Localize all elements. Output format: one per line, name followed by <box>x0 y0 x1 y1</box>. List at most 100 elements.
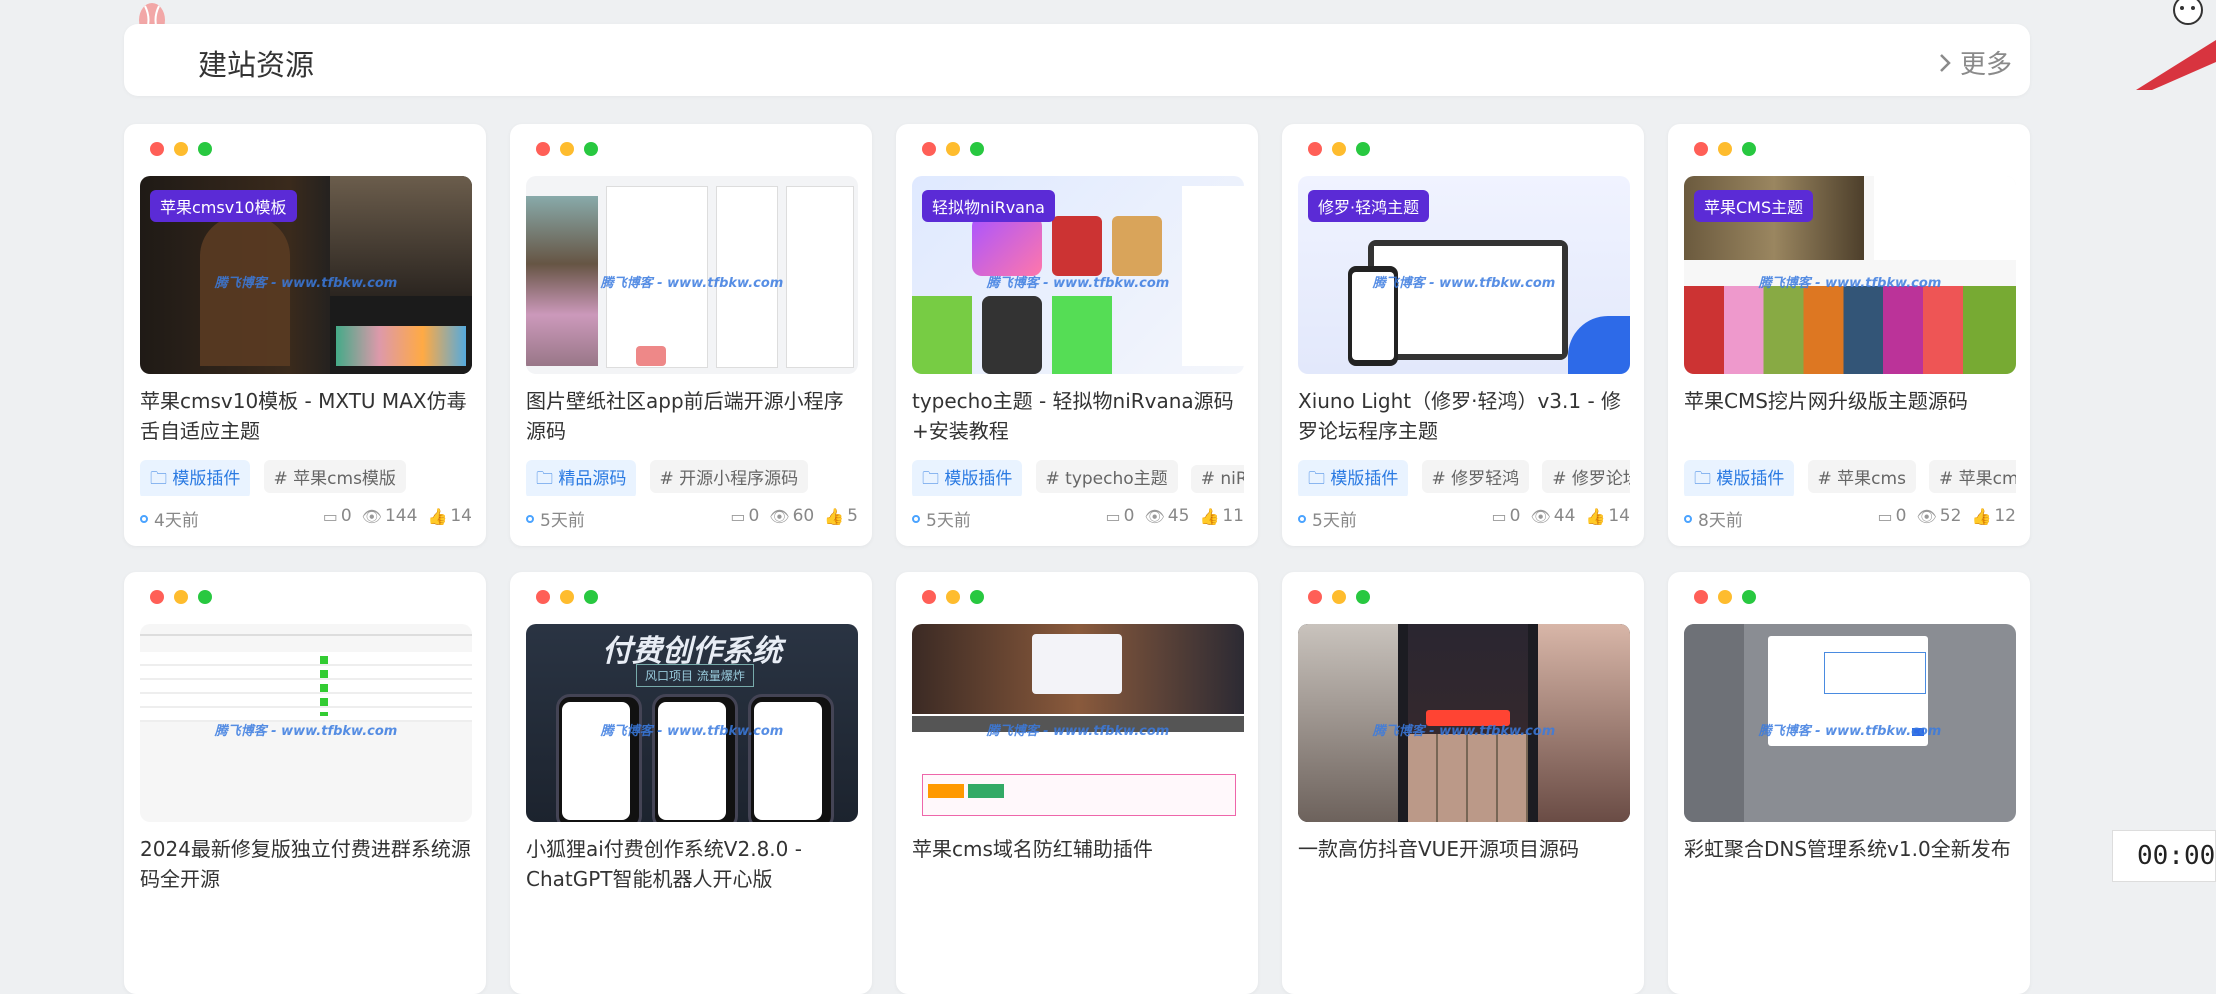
category-tag[interactable]: 🗀 模版插件 <box>140 460 251 496</box>
more-link[interactable]: 更多 <box>1938 44 2012 81</box>
watermark: 腾飞博客 - www.tfbkw.com <box>1758 276 1942 291</box>
card-thumbnail[interactable]: 腾飞博客 - www.tfbkw.com <box>1684 624 2016 822</box>
tag-list: 🗀 模版插件 # 修罗轻鸿 # 修罗论坛 <box>1298 460 1630 496</box>
card-thumbnail[interactable]: 付费创作系统 风口项目 流量爆炸 腾飞博客 - www.tfbkw.com <box>526 624 858 822</box>
resource-card[interactable]: 腾飞博客 - www.tfbkw.com 图片壁纸社区app前后端开源小程序源码… <box>510 124 872 546</box>
resource-card[interactable]: 腾飞博客 - www.tfbkw.com 彩虹聚合DNS管理系统v1.0全新发布 <box>1668 572 2030 994</box>
like-count: 11 <box>1222 506 1244 526</box>
red-dot-icon <box>150 142 164 156</box>
post-time: 4天前 <box>154 511 199 531</box>
watermark: 腾飞博客 - www.tfbkw.com <box>600 276 784 291</box>
card-title[interactable]: 一款高仿抖音VUE开源项目源码 <box>1298 834 1630 864</box>
comment-icon: ▭ <box>730 506 746 526</box>
comment-count: 0 <box>1509 506 1521 526</box>
comment-count: 0 <box>1123 506 1135 526</box>
like-count: 12 <box>1994 506 2016 526</box>
red-dot-icon <box>1694 142 1708 156</box>
thumbnail-badge: 苹果CMS主题 <box>1694 190 1814 222</box>
topic-tag[interactable]: # niRvan <box>1190 465 1244 493</box>
red-dot-icon <box>1308 142 1322 156</box>
card-thumbnail[interactable]: 轻拟物niRvana 腾飞博客 - www.tfbkw.com <box>912 176 1244 374</box>
resource-card[interactable]: 腾飞博客 - www.tfbkw.com 2024最新修复版独立付费进群系统源码… <box>124 572 486 994</box>
card-title[interactable]: 苹果cms域名防红辅助插件 <box>912 834 1244 864</box>
comment-count: 0 <box>748 506 760 526</box>
topic-tag[interactable]: # 修罗轻鸿 <box>1421 460 1530 493</box>
card-title[interactable]: 图片壁纸社区app前后端开源小程序源码 <box>526 386 858 446</box>
category-tag[interactable]: 🗀 精品源码 <box>526 460 637 496</box>
yellow-dot-icon <box>1718 142 1732 156</box>
window-dots <box>1694 142 1756 156</box>
card-title[interactable]: 2024最新修复版独立付费进群系统源码全开源 <box>140 834 472 894</box>
chevron-right-icon <box>1940 53 1951 72</box>
card-thumbnail[interactable]: 修罗·轻鸿主题 腾飞博客 - www.tfbkw.com <box>1298 176 1630 374</box>
topic-tag[interactable]: # 苹果cms模 <box>1929 460 2016 493</box>
window-dots <box>1308 142 1370 156</box>
resource-card[interactable]: 苹果CMS主题 腾飞博客 - www.tfbkw.com 苹果CMS挖片网升级版… <box>1668 124 2030 546</box>
folder-icon: 🗀 <box>1308 469 1331 489</box>
topic-tag[interactable]: # 开源小程序源码 <box>649 460 809 493</box>
thumbs-up-icon: 👍 <box>1199 506 1220 526</box>
red-dot-icon <box>922 142 936 156</box>
window-dots <box>150 142 212 156</box>
eye-icon: 👁 <box>1530 506 1551 526</box>
folder-icon: 🗀 <box>922 469 945 489</box>
clock-icon <box>526 514 534 523</box>
card-thumbnail[interactable]: 腾飞博客 - www.tfbkw.com <box>526 176 858 374</box>
like-count: 5 <box>847 506 858 526</box>
comment-count: 0 <box>340 506 352 526</box>
card-meta: 5天前 ▭ 0 👁 60 👍 5 <box>526 506 858 534</box>
topic-tag[interactable]: # 修罗论坛 <box>1542 460 1630 493</box>
eye-icon: 👁 <box>1144 506 1165 526</box>
folder-icon: 🗀 <box>1694 469 1717 489</box>
resource-card[interactable]: 苹果cmsv10模板 腾飞博客 - www.tfbkw.com 苹果cmsv10… <box>124 124 486 546</box>
resource-card[interactable]: 腾飞博客 - www.tfbkw.com 一款高仿抖音VUE开源项目源码 <box>1282 572 1644 994</box>
folder-icon: 🗀 <box>536 469 559 489</box>
category-tag[interactable]: 🗀 模版插件 <box>1298 460 1409 496</box>
card-thumbnail[interactable]: 腾飞博客 - www.tfbkw.com <box>1298 624 1630 822</box>
red-dot-icon <box>536 590 550 604</box>
green-dot-icon <box>198 590 212 604</box>
card-thumbnail[interactable]: 腾飞博客 - www.tfbkw.com <box>140 624 472 822</box>
topic-tag[interactable]: # 苹果cms <box>1807 460 1916 493</box>
card-title[interactable]: 彩虹聚合DNS管理系统v1.0全新发布 <box>1684 834 2016 864</box>
card-thumbnail[interactable]: 苹果CMS主题 腾飞博客 - www.tfbkw.com <box>1684 176 2016 374</box>
topic-tag[interactable]: # 苹果cms模版 <box>263 460 406 493</box>
comment-icon: ▭ <box>1491 506 1507 526</box>
topic-tag[interactable]: # typecho主题 <box>1035 460 1178 493</box>
clock-icon <box>912 514 920 523</box>
green-dot-icon <box>1356 142 1370 156</box>
resource-card[interactable]: 轻拟物niRvana 腾飞博客 - www.tfbkw.com typecho主… <box>896 124 1258 546</box>
tag-list: 🗀 模版插件 # 苹果cms模版 <box>140 460 472 496</box>
category-tag[interactable]: 🗀 模版插件 <box>912 460 1023 496</box>
resource-card[interactable]: 付费创作系统 风口项目 流量爆炸 腾飞博客 - www.tfbkw.com 小狐… <box>510 572 872 994</box>
resource-card[interactable]: 修罗·轻鸿主题 腾飞博客 - www.tfbkw.com Xiuno Light… <box>1282 124 1644 546</box>
like-count: 14 <box>1608 506 1630 526</box>
watermark: 腾飞博客 - www.tfbkw.com <box>1372 276 1556 291</box>
red-dot-icon <box>536 142 550 156</box>
card-title[interactable]: 苹果CMS挖片网升级版主题源码 <box>1684 386 2016 416</box>
thumbs-up-icon: 👍 <box>427 506 448 526</box>
watermark: 腾飞博客 - www.tfbkw.com <box>214 724 398 739</box>
eye-icon: 👁 <box>769 506 790 526</box>
yellow-dot-icon <box>1718 590 1732 604</box>
yellow-dot-icon <box>560 590 574 604</box>
green-dot-icon <box>1356 590 1370 604</box>
like-count: 14 <box>450 506 472 526</box>
card-thumbnail[interactable]: 腾飞博客 - www.tfbkw.com <box>912 624 1244 822</box>
comment-count: 0 <box>1895 506 1907 526</box>
card-title[interactable]: 苹果cmsv10模板 - MXTU MAX仿毒舌自适应主题 <box>140 386 472 446</box>
card-title[interactable]: Xiuno Light（修罗·轻鸿）v3.1 - 修罗论坛程序主题 <box>1298 386 1630 446</box>
yellow-dot-icon <box>946 142 960 156</box>
comment-icon: ▭ <box>322 506 338 526</box>
red-dot-icon <box>1308 590 1322 604</box>
card-thumbnail[interactable]: 苹果cmsv10模板 腾飞博客 - www.tfbkw.com <box>140 176 472 374</box>
card-title[interactable]: 小狐狸ai付费创作系统V2.8.0 - ChatGPT智能机器人开心版 <box>526 834 858 894</box>
eye-icon: 👁 <box>361 506 382 526</box>
resource-card[interactable]: 腾飞博客 - www.tfbkw.com 苹果cms域名防红辅助插件 <box>896 572 1258 994</box>
card-title[interactable]: typecho主题 - 轻拟物niRvana源码+安装教程 <box>912 386 1244 446</box>
yellow-dot-icon <box>174 142 188 156</box>
category-tag[interactable]: 🗀 模版插件 <box>1684 460 1795 496</box>
tag-list: 🗀 精品源码 # 开源小程序源码 <box>526 460 858 496</box>
post-time: 5天前 <box>1312 511 1357 531</box>
window-dots <box>1308 590 1370 604</box>
